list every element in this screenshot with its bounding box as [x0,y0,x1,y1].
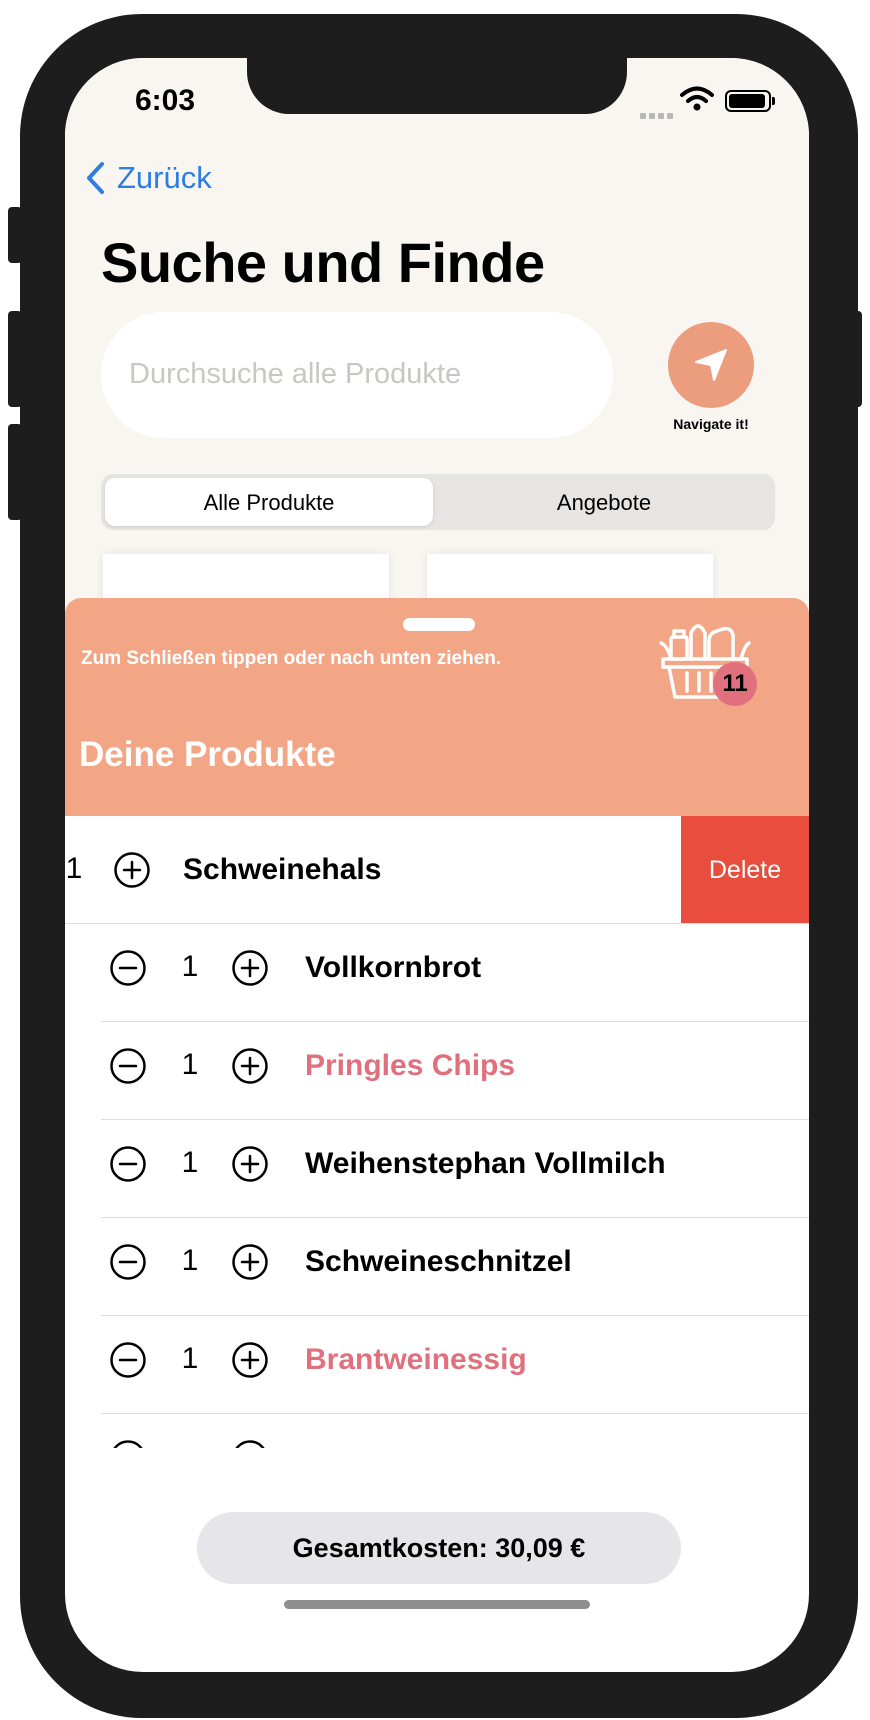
mute-switch [8,207,22,263]
segmented-control: Alle Produkte Angebote [101,474,775,530]
status-time: 6:03 [135,84,196,117]
sheet-title: Deine Produkte [79,735,336,774]
screen: 6:03 Zurück Suche und Finde Durchsuche a… [65,58,809,1672]
minus-circle-icon[interactable] [109,1145,147,1183]
list-item[interactable] [65,1404,809,1448]
minus-circle-icon[interactable] [109,1439,147,1448]
plus-circle-icon[interactable] [231,1243,269,1281]
search-placeholder: Durchsuche alle Produkte [129,358,462,390]
quantity-value: 1 [181,1146,199,1179]
plus-circle-icon[interactable] [231,1047,269,1085]
plus-circle-icon[interactable] [231,1439,269,1448]
list-item[interactable]: 1 Schweineschnitzel [65,1208,809,1316]
list-item[interactable]: 1 Pringles Chips [65,1012,809,1120]
plus-circle-icon[interactable] [231,1145,269,1183]
list-item[interactable]: 1 Brantweinessig [65,1306,809,1414]
quantity-value: 1 [181,950,199,983]
minus-circle-icon[interactable] [109,1243,147,1281]
minus-circle-icon[interactable] [109,949,147,987]
quantity-value: 1 [181,1342,199,1375]
minus-circle-icon[interactable] [109,1047,147,1085]
minus-circle-icon[interactable] [109,1341,147,1379]
search-input[interactable]: Durchsuche alle Produkte [101,312,613,438]
back-button[interactable]: Zurück [85,160,212,196]
navigate-label: Navigate it! [673,416,749,432]
navigate-button[interactable] [668,322,754,408]
home-indicator[interactable] [284,1600,590,1609]
list-item[interactable]: 1 Schweinehals Delete [65,816,809,924]
quantity-value: 1 [181,1048,199,1081]
location-arrow-icon [695,349,727,381]
notch [247,58,627,114]
chevron-left-icon [87,162,104,194]
product-name: Pringles Chips [305,1049,516,1082]
volume-down-button [8,424,22,520]
plus-circle-icon[interactable] [231,1341,269,1379]
quantity-value: 1 [181,1244,199,1277]
product-name: Vollkornbrot [305,951,482,984]
power-button [848,311,862,407]
sheet-header[interactable]: Zum Schließen tippen oder nach unten zie… [65,598,809,816]
product-name: Weihenstephan Vollmilch [305,1147,666,1180]
plus-circle-icon[interactable] [231,949,269,987]
segment-all-products[interactable]: Alle Produkte [105,490,433,516]
quantity-value: 1 [65,852,83,885]
cellular-signal-icon [640,106,676,124]
delete-button[interactable]: Delete [681,816,809,924]
sheet-grabber[interactable] [403,618,475,631]
page-title: Suche und Finde [101,231,545,294]
cart-count-badge: 11 [713,662,757,706]
list-item[interactable]: 1 Vollkornbrot [65,914,809,1022]
cart-sheet: Zum Schließen tippen oder nach unten zie… [65,598,809,1672]
plus-circle-icon[interactable] [113,851,151,889]
wifi-icon [680,86,714,117]
cart-list: 1 Schweinehals Delete 1 Vollkornbrot 1 P… [65,816,809,1448]
back-label: Zurück [117,160,212,195]
segment-offers[interactable]: Angebote [439,490,769,516]
product-name: Brantweinessig [305,1343,527,1376]
battery-icon [725,90,775,112]
volume-up-button [8,311,22,407]
product-name: Schweineschnitzel [305,1245,572,1278]
dismiss-hint: Zum Schließen tippen oder nach unten zie… [81,648,502,669]
list-item[interactable]: 1 Weihenstephan Vollmilch [65,1110,809,1218]
search-page: 6:03 Zurück Suche und Finde Durchsuche a… [65,58,809,634]
product-name: Schweinehals [183,853,382,886]
total-cost-button[interactable]: Gesamtkosten: 30,09 € [197,1512,681,1584]
